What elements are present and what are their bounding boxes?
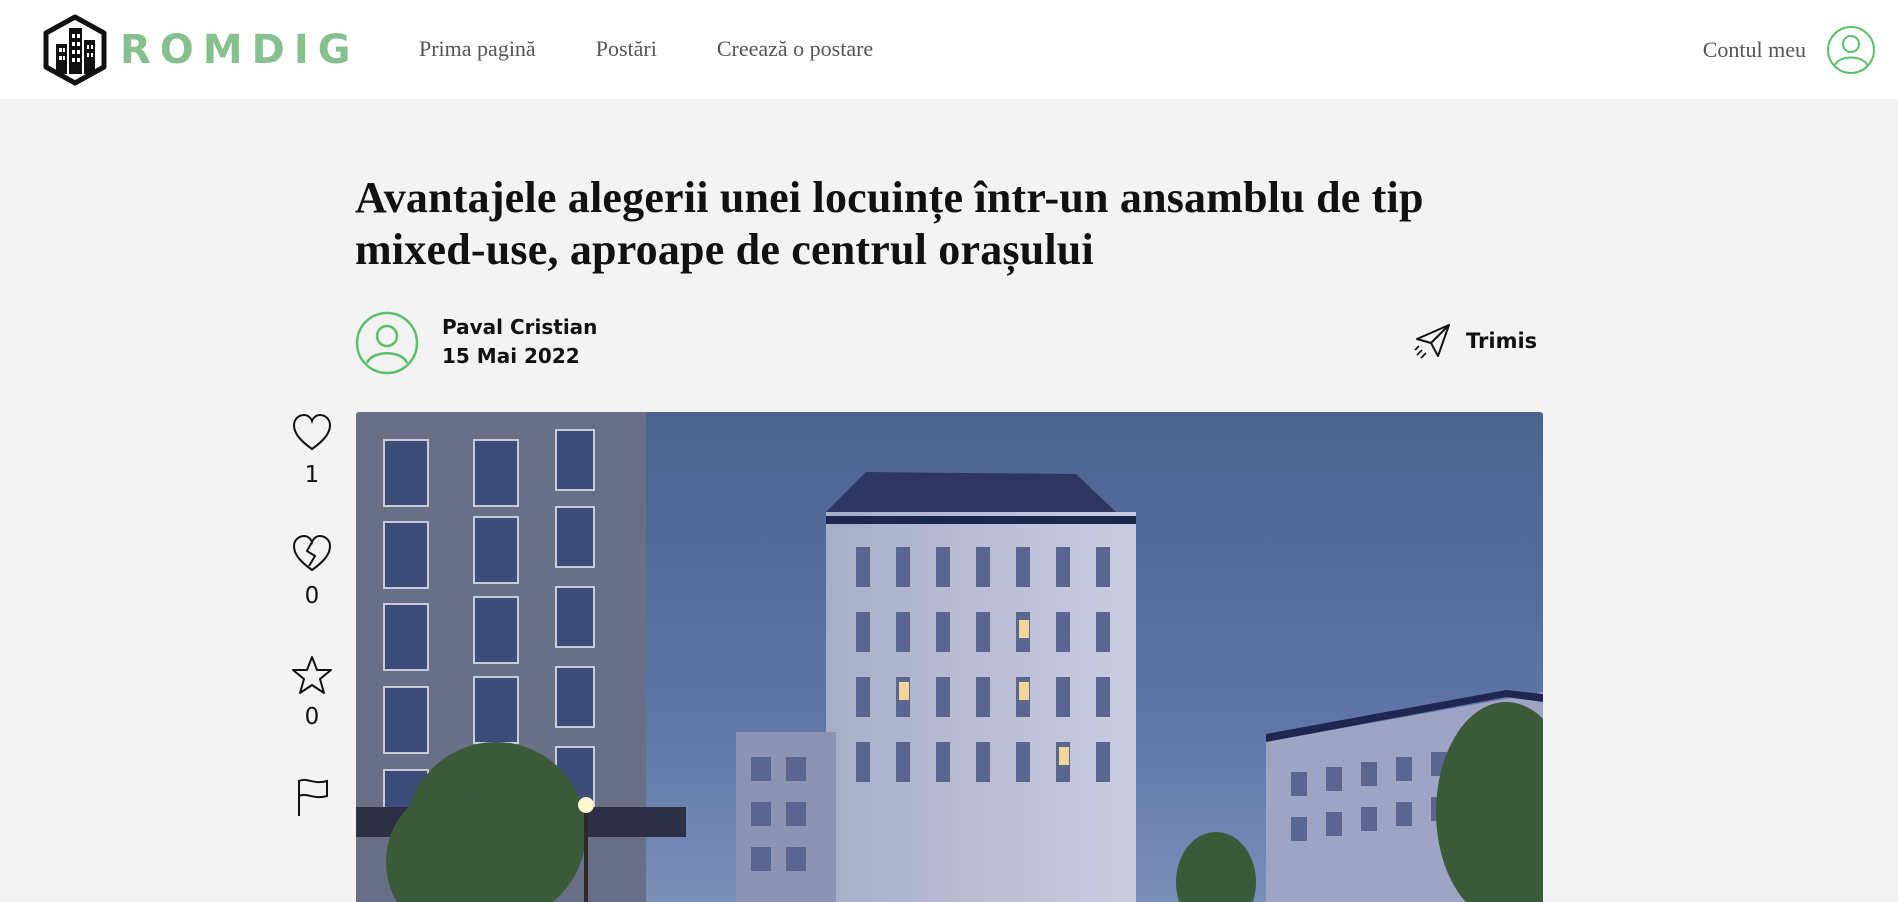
post-title: Avantajele alegerii unei locuințe într-u… (355, 173, 1424, 274)
building-photo (356, 412, 1543, 902)
favorite-action: 0 (290, 654, 334, 730)
report-action (290, 776, 334, 818)
main-nav: Prima pagină Postări Creează o postare (419, 36, 933, 62)
send-label: Trimis (1466, 329, 1538, 353)
site-logo[interactable]: ROMDIG (42, 14, 360, 86)
account-menu[interactable]: Contul meu (1703, 25, 1876, 75)
nav-posts[interactable]: Postări (596, 36, 657, 62)
like-action: 1 (290, 412, 334, 488)
author-avatar-icon[interactable] (355, 311, 419, 375)
account-label: Contul meu (1702, 37, 1806, 62)
top-navbar: ROMDIG Prima pagină Postări Creează o po… (0, 0, 1898, 99)
broken-heart-icon[interactable] (291, 533, 333, 575)
logo-text: ROMDIG (120, 27, 360, 73)
building-logo-icon (43, 14, 107, 86)
nav-home[interactable]: Prima pagină (419, 36, 536, 62)
paper-plane-icon (1414, 324, 1450, 359)
like-count: 1 (304, 462, 320, 488)
heart-icon[interactable] (291, 412, 333, 454)
post-hero-image (356, 412, 1543, 902)
dislike-action: 0 (290, 533, 334, 609)
user-circle-icon[interactable] (1826, 25, 1876, 75)
dislike-count: 0 (304, 583, 320, 609)
post-date: 15 Mai 2022 (442, 344, 580, 368)
send-button[interactable]: Trimis (1414, 322, 1537, 360)
flag-icon[interactable] (291, 776, 333, 818)
author-name[interactable]: Paval Cristian (442, 315, 597, 339)
star-icon[interactable] (291, 654, 333, 696)
favorite-count: 0 (304, 704, 320, 730)
nav-create-post[interactable]: Creează o postare (717, 36, 873, 62)
